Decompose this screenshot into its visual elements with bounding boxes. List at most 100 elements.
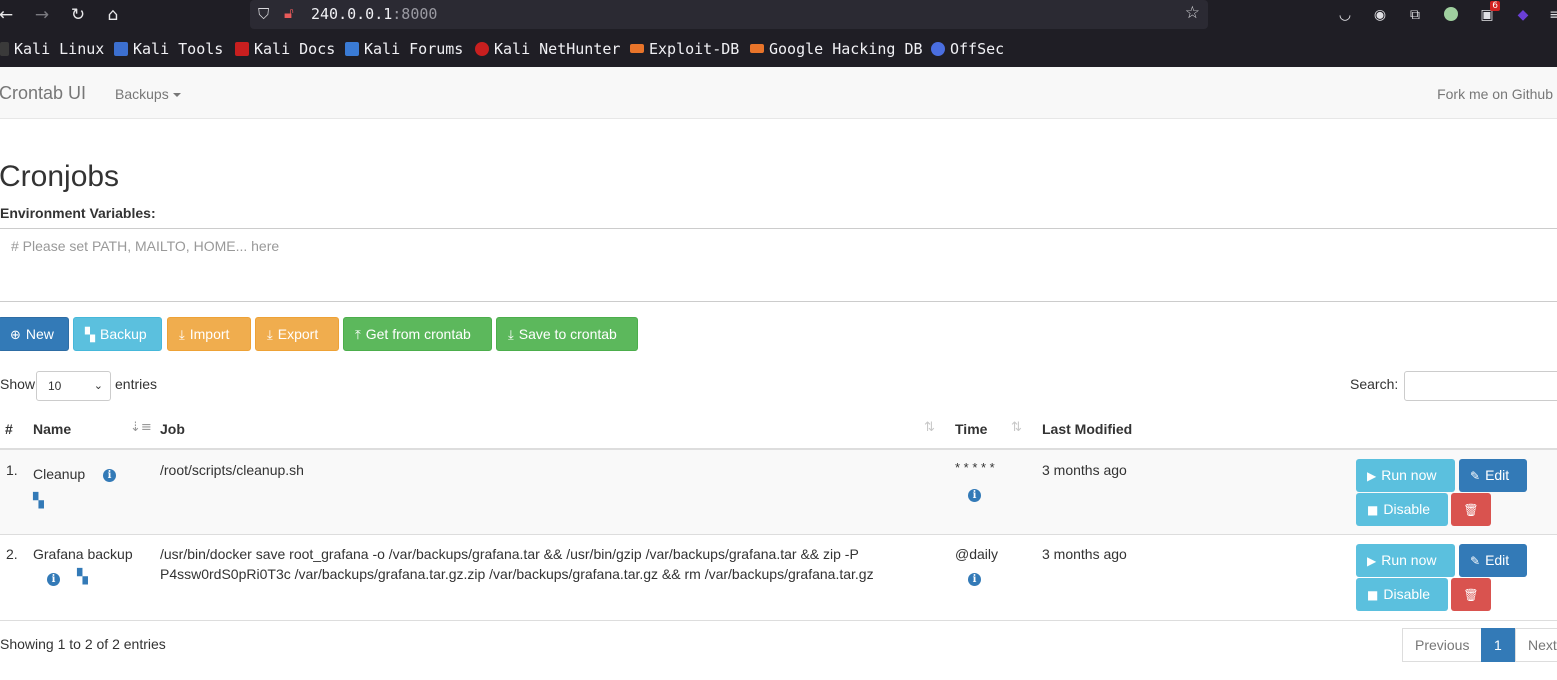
import-button[interactable]: ⤓ Import [167,317,251,351]
url-bar[interactable]: ⛉ 🔓︎ 240.0.0.1:8000 ☆ [250,0,1208,29]
bookmark-offsec[interactable]: OffSec [931,40,1004,58]
trash-icon: 🗑︎ [1463,588,1479,602]
entries-label: entries [115,376,158,392]
forward-icon[interactable]: → [31,4,53,26]
caret-down-icon [172,93,181,98]
col-header-time[interactable]: Time [955,421,987,437]
export-button[interactable]: ⤓ Export [255,317,339,351]
bookmark-exploit-db[interactable]: Exploit-DB [630,40,739,58]
edit-button[interactable]: ✎ Edit [1459,459,1527,492]
back-icon[interactable]: ← [0,4,17,26]
exploit-db-icon [630,44,644,53]
download-icon: ⤓ [267,328,273,343]
backup-delete-icon[interactable]: ▚ [33,493,44,509]
previous-page-button[interactable]: Previous [1402,628,1482,662]
page-size-select[interactable]: 10 ⌄ [36,371,111,401]
notification-badge: 6 [1490,1,1500,11]
extension-circle-icon[interactable] [1441,5,1461,25]
extension-diamond-icon[interactable]: ◆ [1513,5,1533,25]
edit-icon: ✎ [1470,469,1481,483]
fork-github-link[interactable]: Fork me on Github [1437,86,1553,102]
play-icon: ▶ [1367,554,1377,568]
bookmark-kali-forums[interactable]: Kali Forums [345,40,463,58]
browser-toolbar: ← → ↻ ⌂ ⛉ 🔓︎ 240.0.0.1:8000 ☆ ◡ ◉ ⧉ ▣ 6 ◆… [0,0,1557,30]
disable-button[interactable]: ■ Disable [1356,493,1448,526]
job-modified: 3 months ago [1042,546,1127,562]
bookmark-kali-tools[interactable]: Kali Tools [114,40,223,58]
env-placeholder: # Please set PATH, MAILTO, HOME... here [11,238,280,254]
table-row: 1. Cleanup i ▚ /root/scripts/cleanup.sh … [0,450,1557,535]
account-icon[interactable]: ◉ [1370,5,1390,25]
page-size-value: 10 [48,379,62,393]
run-now-button[interactable]: ▶ Run now [1356,544,1455,577]
brand-link[interactable]: Crontab UI [0,83,86,104]
info-icon[interactable]: i [968,573,981,586]
show-label: Show [0,376,36,392]
delete-button[interactable]: 🗑︎ [1451,578,1491,611]
trash-icon: 🗑︎ [1463,503,1479,517]
sort-both-icon[interactable]: ⇅ [1011,420,1022,435]
insecure-lock-icon[interactable]: 🔓︎ [284,4,294,22]
search-label: Search: [1350,376,1399,392]
play-icon: ▶ [1367,469,1377,483]
search-input[interactable] [1404,371,1557,401]
stop-icon: ■ [1367,588,1379,602]
new-button[interactable]: ⊕ New [0,317,69,351]
info-icon[interactable]: i [968,489,981,502]
backup-delete-icon[interactable]: ▚ [77,569,88,585]
save-to-crontab-button[interactable]: ⤓ Save to crontab [496,317,638,351]
env-label: Environment Variables: [0,205,156,221]
col-header-job[interactable]: Job [160,421,185,437]
job-command-line2: P4ssw0rdS0pRi0T3c /var/backups/grafana.t… [160,566,874,582]
info-icon[interactable]: i [103,469,116,482]
menu-icon[interactable]: ≡ [1545,5,1557,25]
edit-button[interactable]: ✎ Edit [1459,544,1527,577]
job-time: * * * * * [955,460,995,475]
sort-asc-icon[interactable]: ⇣≡ [130,420,152,435]
download-icon: ⤓ [508,328,514,343]
bookmarks-bar: Kali Linux Kali Tools Kali Docs Kali For… [0,38,1557,62]
run-now-button[interactable]: ▶ Run now [1356,459,1455,492]
browser-chrome: ← → ↻ ⌂ ⛉ 🔓︎ 240.0.0.1:8000 ☆ ◡ ◉ ⧉ ▣ 6 ◆… [0,0,1557,67]
floppy-icon: ▚ [85,328,95,343]
bookmark-google-hacking-db[interactable]: Google Hacking DB [750,40,923,58]
home-icon[interactable]: ⌂ [102,4,124,26]
col-header-name[interactable]: Name [33,421,71,437]
upload-icon: ⤒ [355,328,361,343]
pocket-icon[interactable]: ◡ [1335,5,1355,25]
job-modified: 3 months ago [1042,462,1127,478]
row-number: 1. [6,462,18,478]
info-icon[interactable]: i [47,573,60,586]
job-name: Grafana backup [33,546,133,562]
delete-button[interactable]: 🗑︎ [1451,493,1491,526]
notifications-icon[interactable]: ▣ 6 [1477,1,1500,25]
extensions-icon[interactable]: ⧉ [1405,5,1425,25]
sort-both-icon[interactable]: ⇅ [924,420,935,435]
page-title: Cronjobs [0,160,120,193]
app-navbar: Crontab UI Backups Fork me on Github [0,67,1557,119]
backups-dropdown[interactable]: Backups [115,86,181,102]
bookmark-kali-docs[interactable]: Kali Docs [235,40,335,58]
backups-label: Backups [115,86,169,102]
kali-dragon-icon [0,42,9,56]
bookmark-star-icon[interactable]: ☆ [1185,3,1200,23]
table-row: 2. Grafana backup i ▚ /usr/bin/docker sa… [0,536,1557,621]
col-header-number[interactable]: # [5,421,13,437]
reload-icon[interactable]: ↻ [67,4,89,26]
job-command: /root/scripts/cleanup.sh [160,462,304,478]
bookmark-kali-nethunter[interactable]: Kali NetHunter [475,40,620,58]
disable-button[interactable]: ■ Disable [1356,578,1448,611]
col-header-last-modified[interactable]: Last Modified [1042,421,1132,437]
backup-button[interactable]: ▚ Backup [73,317,162,351]
import-icon: ⤓ [179,328,185,343]
job-name: Cleanup [33,466,86,482]
env-textarea[interactable]: # Please set PATH, MAILTO, HOME... here [0,228,1557,302]
job-time: @daily [955,546,999,562]
page-1-button[interactable]: 1 [1481,628,1516,662]
plus-circle-icon: ⊕ [10,328,21,343]
bookmark-kali-linux[interactable]: Kali Linux [0,40,104,58]
url-text[interactable]: 240.0.0.1:8000 [311,5,437,23]
shield-icon[interactable]: ⛉ [258,5,269,23]
next-page-button[interactable]: Next [1515,628,1557,662]
get-from-crontab-button[interactable]: ⤒ Get from crontab [343,317,492,351]
